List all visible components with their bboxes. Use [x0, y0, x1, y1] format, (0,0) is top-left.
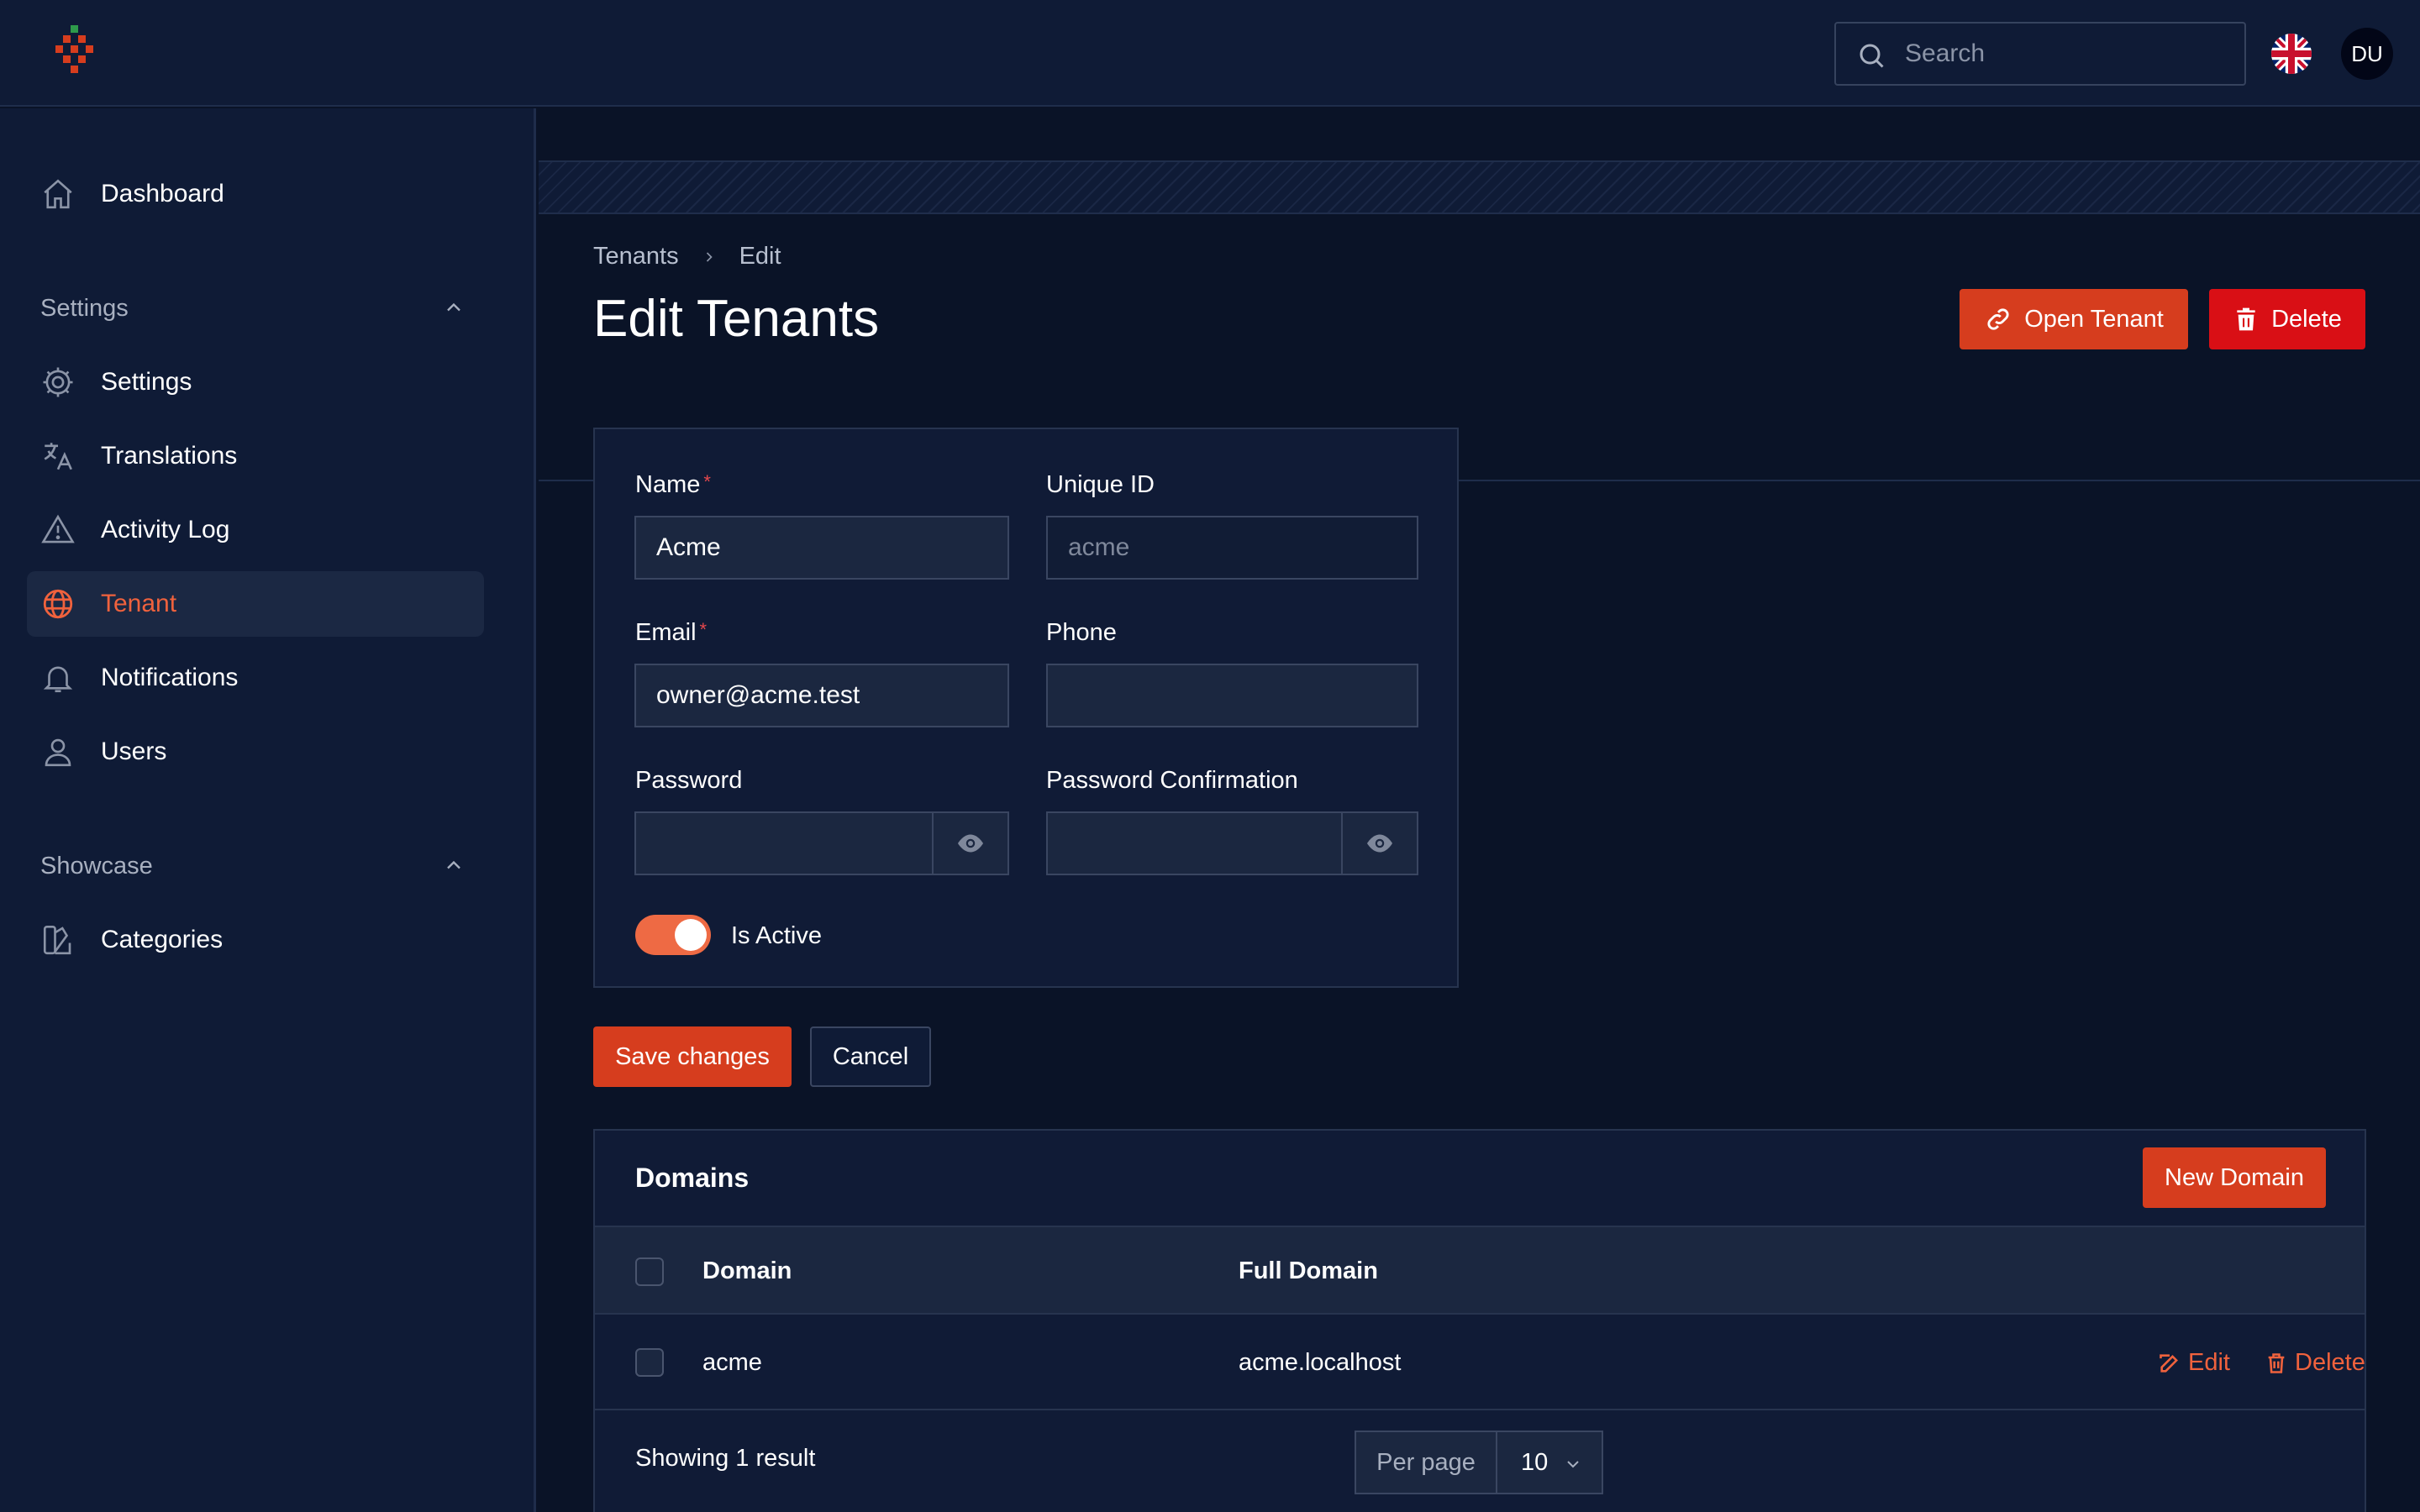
is-active-toggle[interactable]	[635, 915, 711, 955]
tenant-form: Name* Unique ID Email* Phone Password Pa…	[593, 428, 1459, 988]
password-field[interactable]	[634, 811, 934, 875]
open-tenant-button[interactable]: Open Tenant	[1960, 289, 2188, 349]
password-label: Password	[635, 767, 743, 794]
warning-icon	[41, 514, 75, 543]
sidebar-item-label: Translations	[101, 442, 238, 470]
top-bar: DU	[0, 0, 2420, 107]
breadcrumb: Tenants Edit	[593, 243, 781, 270]
is-active-label: Is Active	[731, 922, 822, 949]
uk-flag-icon[interactable]	[2271, 34, 2312, 74]
delete-label: Delete	[2271, 305, 2342, 333]
sidebar-item-dashboard[interactable]: Dashboard	[27, 161, 484, 227]
open-tenant-label: Open Tenant	[2024, 305, 2164, 333]
unique-id-field[interactable]	[1046, 516, 1418, 580]
reveal-password-button[interactable]	[932, 811, 1009, 875]
swatch-icon	[43, 925, 71, 955]
chevron-up-icon[interactable]	[442, 853, 466, 877]
sidebar-item-tenant[interactable]: Tenant	[27, 571, 484, 637]
per-page-label: Per page	[1356, 1432, 1497, 1493]
table-header: Domain Full Domain	[595, 1226, 2365, 1315]
sidebar-item-label: Dashboard	[101, 180, 224, 207]
reveal-password-confirmation-button[interactable]	[1341, 811, 1418, 875]
password-confirmation-field[interactable]	[1046, 811, 1343, 875]
sidebar-group-settings: Settings	[40, 295, 129, 322]
sidebar-item-users[interactable]: Users	[27, 719, 484, 785]
trash-icon	[2268, 1352, 2285, 1373]
main-content: Tenants Edit Edit Tenants Open Tenant De…	[539, 108, 2420, 1512]
global-search[interactable]	[1834, 22, 2246, 86]
save-changes-button[interactable]: Save changes	[593, 1026, 792, 1087]
table-row: acme acme.localhost Edit Delete	[595, 1315, 2365, 1410]
app-logo[interactable]	[55, 25, 106, 84]
breadcrumb-tenants-link[interactable]: Tenants	[593, 243, 679, 270]
eye-icon	[1367, 834, 1392, 853]
per-page-select[interactable]: Per page 10	[1355, 1431, 1603, 1494]
sidebar-item-label: Tenant	[101, 590, 177, 617]
translate-icon	[44, 443, 72, 470]
full-domain-cell: acme.localhost	[1239, 1349, 1402, 1376]
select-all-checkbox[interactable]	[635, 1257, 664, 1286]
chevron-up-icon[interactable]	[442, 296, 466, 319]
row-checkbox[interactable]	[635, 1348, 664, 1377]
edit-icon	[2160, 1353, 2178, 1373]
breadcrumb-edit: Edit	[739, 243, 781, 270]
email-field[interactable]	[634, 664, 1009, 727]
name-field[interactable]	[634, 516, 1009, 580]
sidebar-item-activity-log[interactable]: Activity Log	[27, 497, 484, 563]
bell-icon	[43, 666, 73, 693]
sidebar-item-label: Categories	[101, 926, 224, 953]
sidebar-item-notifications[interactable]: Notifications	[27, 645, 484, 711]
domains-panel: Domains New Domain Domain Full Domain ac…	[593, 1129, 2366, 1512]
pagination-summary: Showing 1 result	[635, 1445, 816, 1472]
delete-tenant-button[interactable]: Delete	[2209, 289, 2365, 349]
page-title: Edit Tenants	[593, 290, 880, 348]
sidebar-item-label: Notifications	[101, 664, 239, 691]
per-page-value: 10	[1521, 1449, 1549, 1476]
sidebar-item-label: Settings	[101, 368, 192, 396]
sidebar-item-label: Users	[101, 738, 167, 765]
row-delete-button[interactable]: Delete	[2265, 1349, 2365, 1377]
domains-title: Domains	[635, 1163, 750, 1193]
email-label: Email *	[635, 619, 708, 646]
globe-icon	[43, 589, 73, 619]
gear-icon	[43, 367, 73, 397]
topbar-placeholder-strip	[539, 160, 2420, 214]
name-label: Name *	[635, 471, 711, 498]
sidebar-item-categories[interactable]: Categories	[27, 907, 484, 973]
unique-id-label: Unique ID	[1046, 471, 1155, 498]
row-edit-button[interactable]: Edit	[2158, 1349, 2230, 1377]
trash-icon	[2237, 307, 2255, 331]
sidebar: Dashboard Settings Settings Translations…	[0, 108, 536, 1512]
column-header-full-domain[interactable]: Full Domain	[1239, 1257, 1378, 1285]
chevron-down-icon	[1567, 1461, 1579, 1468]
home-icon	[44, 179, 72, 209]
sidebar-group-showcase: Showcase	[40, 853, 153, 879]
chevron-right-icon	[706, 251, 713, 262]
sidebar-item-translations[interactable]: Translations	[27, 423, 484, 489]
required-asterisk: *	[703, 471, 711, 492]
toggle-knob	[675, 919, 707, 951]
domain-cell: acme	[702, 1349, 762, 1376]
eye-icon	[958, 834, 983, 853]
sidebar-item-label: Activity Log	[101, 516, 230, 543]
user-icon	[45, 738, 71, 767]
password-confirmation-label: Password Confirmation	[1046, 767, 1298, 794]
search-input[interactable]	[1905, 24, 2233, 84]
phone-field[interactable]	[1046, 664, 1418, 727]
user-avatar[interactable]: DU	[2341, 28, 2393, 80]
required-asterisk: *	[699, 619, 708, 640]
search-icon	[1860, 44, 1884, 68]
phone-label: Phone	[1046, 619, 1117, 646]
link-icon	[1987, 308, 2009, 330]
sidebar-item-settings[interactable]: Settings	[27, 349, 484, 415]
cancel-button[interactable]: Cancel	[810, 1026, 931, 1087]
new-domain-button[interactable]: New Domain	[2143, 1147, 2326, 1208]
column-header-domain[interactable]: Domain	[702, 1257, 792, 1285]
